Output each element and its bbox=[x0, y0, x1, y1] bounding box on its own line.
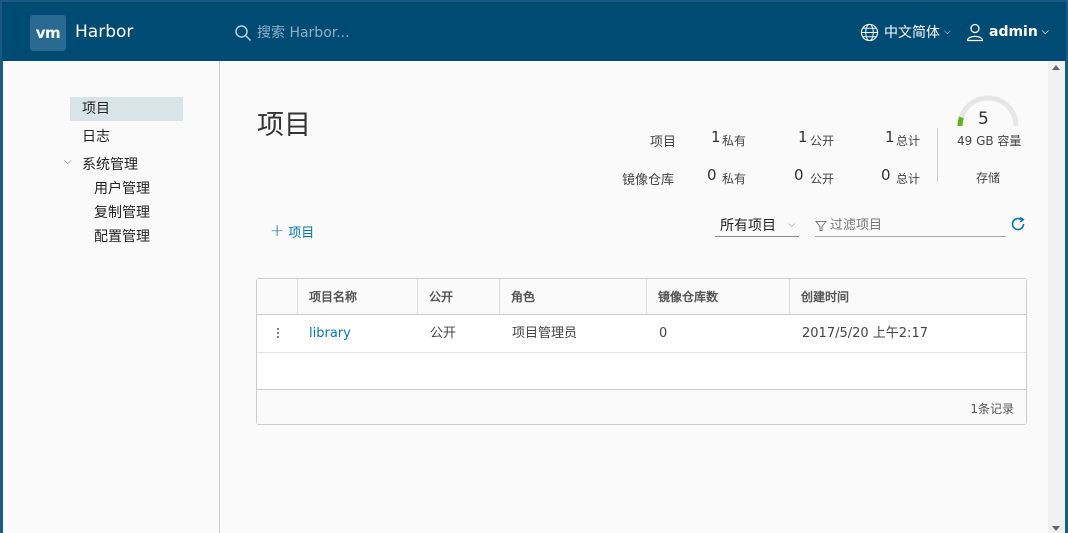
column-header-public[interactable]: 公开 bbox=[417, 279, 499, 315]
column-header-name[interactable]: 项目名称 bbox=[297, 279, 417, 315]
storage-capacity: 49 GB 容量 bbox=[957, 134, 1022, 148]
top-nav: vm Harbor 中文简体 ⌵ admin ⌵ bbox=[0, 0, 1068, 61]
sidebar-item-logs[interactable]: 日志 bbox=[82, 127, 110, 147]
table-footer: 1条记录 bbox=[257, 389, 1026, 424]
refresh-icon[interactable] bbox=[1010, 216, 1026, 232]
storage-label: 存储 bbox=[976, 171, 1001, 185]
column-header-actions bbox=[257, 279, 297, 315]
projects-table: 项目名称 公开 角色 镜像仓库数 创建时间 library 公开 项目管理员 0… bbox=[256, 278, 1027, 425]
language-selector[interactable]: 中文简体 ⌵ bbox=[860, 22, 951, 42]
scroll-up-arrow-icon[interactable] bbox=[1052, 65, 1060, 70]
chevron-down-icon: ⌵ bbox=[788, 219, 795, 230]
filter-input[interactable] bbox=[830, 218, 1000, 233]
stat-private-label: 私有 bbox=[722, 172, 747, 186]
globe-icon bbox=[860, 23, 879, 41]
sidebar-item-replication[interactable]: 复制管理 bbox=[94, 203, 150, 223]
sidebar-item-admin[interactable]: 系统管理 bbox=[82, 155, 138, 175]
filter-icon bbox=[815, 220, 827, 231]
table-header: 项目名称 公开 角色 镜像仓库数 创建时间 bbox=[257, 279, 1026, 315]
storage-count: 5 bbox=[978, 109, 989, 129]
row-actions-menu-icon[interactable] bbox=[271, 326, 285, 342]
stat-public-label: 公开 bbox=[810, 134, 835, 148]
table-row: library 公开 项目管理员 0 2017/5/20 上午2:17 bbox=[257, 316, 1026, 353]
stat-total-label: 总计 bbox=[896, 172, 921, 186]
project-name-link[interactable]: library bbox=[297, 316, 351, 352]
project-filter-value: 所有项目 bbox=[720, 217, 776, 234]
stat-public-label: 公开 bbox=[810, 172, 835, 186]
sidebar-item-configuration[interactable]: 配置管理 bbox=[94, 227, 150, 247]
cell-role: 项目管理员 bbox=[512, 326, 578, 341]
stat-repo-private: 0 bbox=[707, 166, 717, 184]
cell-public: 公开 bbox=[430, 326, 457, 341]
stat-repos-label: 镜像仓库 bbox=[622, 173, 675, 188]
add-project-button[interactable]: + 项目 bbox=[270, 221, 314, 241]
search-icon bbox=[235, 25, 252, 42]
stat-projects-label: 项目 bbox=[650, 135, 677, 150]
plus-icon: + bbox=[270, 221, 285, 241]
vertical-scrollbar[interactable] bbox=[1048, 61, 1065, 533]
sidebar-item-users[interactable]: 用户管理 bbox=[94, 179, 150, 199]
page-title: 项目 bbox=[257, 110, 311, 141]
app-name: Harbor bbox=[75, 22, 134, 42]
username: admin bbox=[989, 24, 1038, 40]
stat-project-public: 1 bbox=[798, 128, 808, 146]
stat-project-private: 1 bbox=[711, 128, 721, 146]
add-project-label: 项目 bbox=[288, 225, 315, 241]
vmware-logo: vm bbox=[30, 15, 66, 51]
stats-divider bbox=[937, 128, 938, 182]
stat-private-label: 私有 bbox=[722, 134, 747, 148]
user-icon bbox=[966, 23, 984, 42]
user-menu[interactable]: admin ⌵ bbox=[965, 22, 1049, 42]
sidebar: 项目 日志 ⌵ 系统管理 用户管理 复制管理 配置管理 bbox=[3, 61, 220, 533]
chevron-down-icon: ⌵ bbox=[944, 27, 951, 37]
search-input[interactable] bbox=[257, 25, 457, 41]
project-filter-select[interactable]: 所有项目 ⌵ bbox=[715, 213, 799, 237]
chevron-down-icon: ⌵ bbox=[1041, 27, 1049, 37]
cell-repo-count: 0 bbox=[659, 326, 668, 341]
stat-project-total: 1 bbox=[885, 128, 895, 146]
stat-repo-public: 0 bbox=[794, 166, 804, 184]
column-header-created[interactable]: 创建时间 bbox=[789, 279, 1026, 315]
sidebar-item-projects[interactable]: 项目 bbox=[70, 97, 183, 121]
stat-total-label: 总计 bbox=[896, 134, 921, 148]
global-search bbox=[234, 22, 457, 44]
stat-repo-total: 0 bbox=[881, 166, 891, 184]
language-label: 中文简体 bbox=[884, 25, 940, 41]
scroll-down-arrow-icon[interactable] bbox=[1052, 526, 1060, 531]
chevron-down-icon[interactable]: ⌵ bbox=[64, 156, 72, 167]
filter-box bbox=[815, 215, 1006, 237]
column-header-repo-count[interactable]: 镜像仓库数 bbox=[646, 279, 789, 315]
record-count: 1条记录 bbox=[970, 402, 1014, 416]
cell-created: 2017/5/20 上午2:17 bbox=[802, 326, 928, 341]
column-header-role[interactable]: 角色 bbox=[499, 279, 646, 315]
